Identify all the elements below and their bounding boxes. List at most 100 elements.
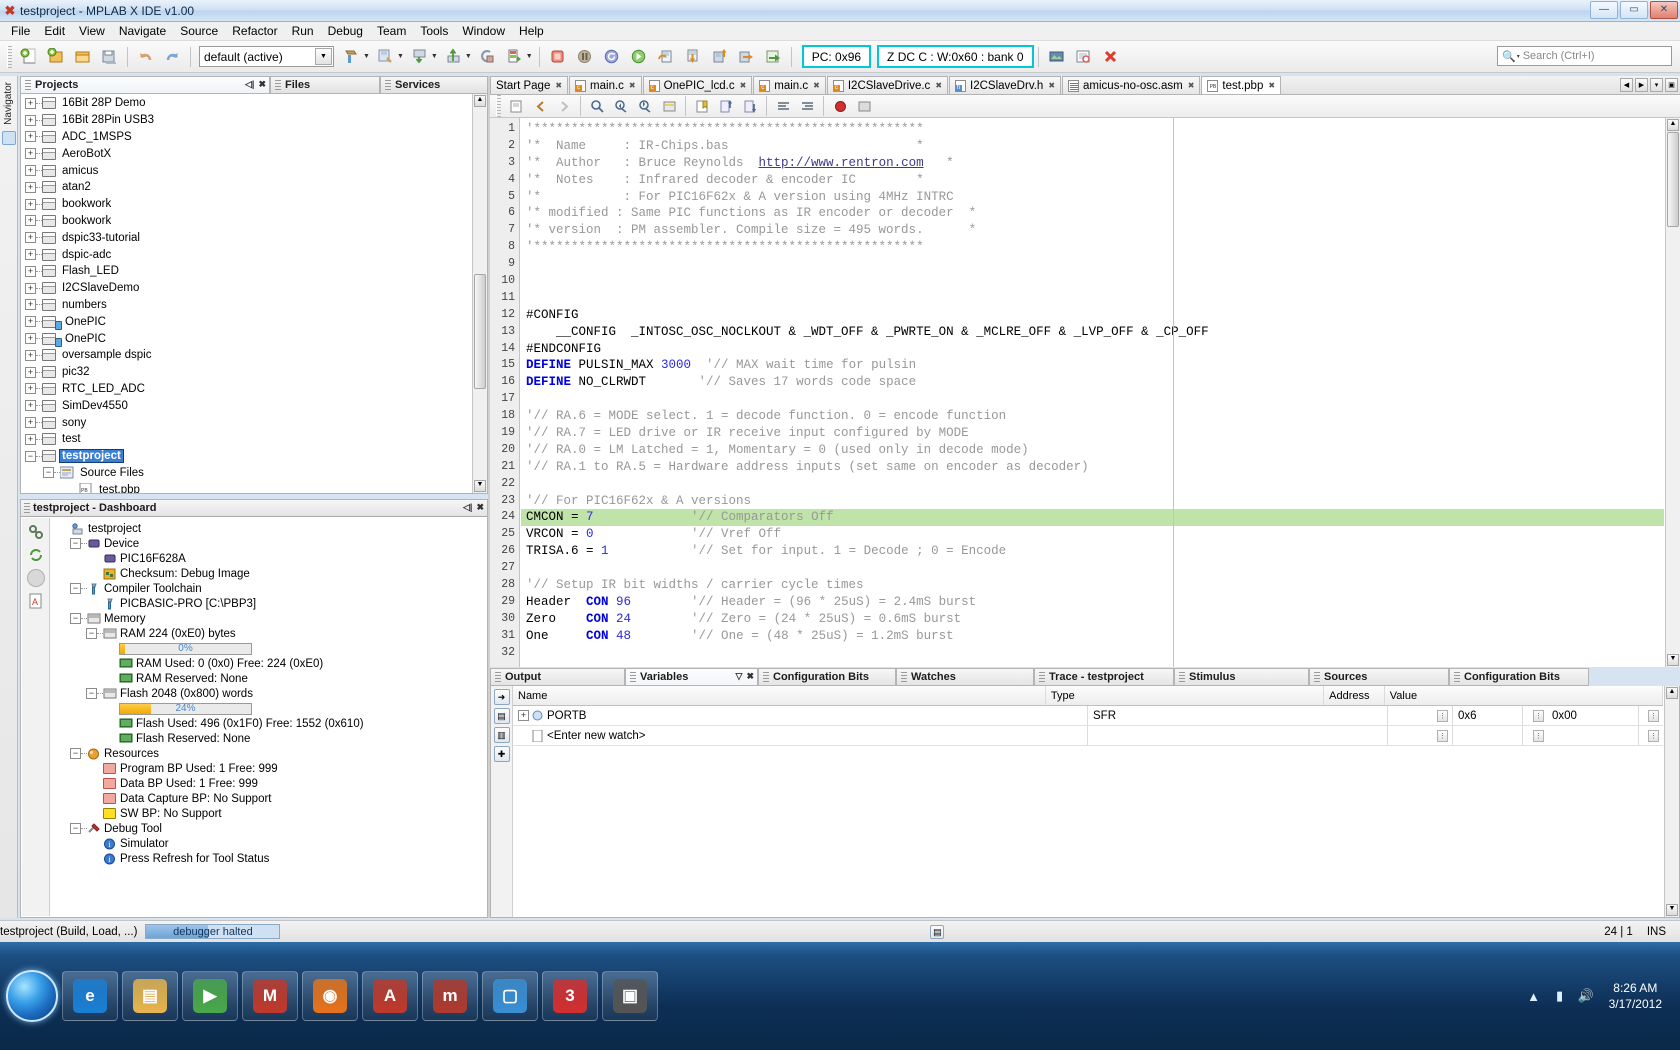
close-icon[interactable]: ✖ — [935, 81, 942, 90]
make-and-program-icon[interactable] — [407, 44, 432, 69]
tree-expander[interactable]: + — [25, 249, 36, 260]
code-line[interactable]: '* modified : Same PIC functions as IR e… — [521, 205, 1664, 222]
tree-expander[interactable]: + — [25, 98, 36, 109]
tree-expander[interactable]: − — [70, 613, 81, 624]
code-line[interactable]: '* version : PM assembler. Compile size … — [521, 222, 1664, 239]
project-tree-item[interactable]: +bookwork — [21, 213, 487, 230]
network-icon[interactable]: ▮ — [1551, 987, 1569, 1005]
menu-item-edit[interactable]: Edit — [37, 22, 72, 40]
project-tree-item[interactable]: +amicus — [21, 162, 487, 179]
datasheet-pdf-icon[interactable]: A — [27, 592, 45, 610]
project-tree-scrollbar[interactable]: ▲ ▼ — [472, 94, 487, 493]
close-icon[interactable]: ✖ — [746, 671, 754, 682]
editor-tab-i2cslavedrv-h[interactable]: I2CSlaveDrv.h✖ — [949, 76, 1061, 94]
taskbar-microchip-icon[interactable]: m — [422, 971, 478, 1021]
project-tree-item[interactable]: +AeroBotX — [21, 145, 487, 162]
build-project-icon[interactable] — [339, 44, 364, 69]
code-editor[interactable]: ⇨ 12345678910111213141516171819202122232… — [490, 118, 1680, 667]
scroll-down-icon[interactable]: ▼ — [474, 480, 486, 492]
open-project-icon[interactable] — [70, 44, 95, 69]
tree-expander[interactable]: + — [25, 434, 36, 445]
close-icon[interactable]: ✖ — [629, 81, 636, 90]
tree-expander[interactable]: + — [25, 148, 36, 159]
dashboard-tree-item[interactable]: 0% — [50, 641, 486, 656]
row-menu-glyph[interactable]: ⋮ — [1648, 730, 1659, 742]
bottom-tab-stimulus-5[interactable]: Stimulus — [1174, 668, 1309, 686]
tree-expander[interactable]: − — [86, 688, 97, 699]
bottom-tab-variables-1[interactable]: Variables▽✖ — [625, 668, 758, 686]
project-tree-item[interactable]: +ADC_1MSPS — [21, 129, 487, 146]
code-line[interactable]: Zero CON 24 '// Zero = (24 * 25uS) = 0.6… — [521, 611, 1664, 628]
dashboard-tree-item[interactable]: −Memory — [50, 611, 486, 626]
tree-expander[interactable]: − — [70, 823, 81, 834]
tree-expander[interactable]: + — [25, 283, 36, 294]
code-line[interactable]: __CONFIG _INTOSC_OSC_NOCLKOUT & _WDT_OFF… — [521, 324, 1664, 341]
program-dropdown-icon[interactable]: ▼ — [431, 53, 438, 60]
variable-value-spin[interactable]: ⋮ — [1523, 726, 1547, 745]
tree-expander[interactable]: + — [25, 115, 36, 126]
close-icon[interactable]: ✖ — [1188, 81, 1195, 90]
chevron-down-icon[interactable]: ▼ — [315, 48, 332, 65]
variables-scrollbar[interactable]: ▲ ▼ — [1664, 686, 1679, 917]
menu-item-refactor[interactable]: Refactor — [225, 22, 284, 40]
tree-expander[interactable]: + — [25, 131, 36, 142]
step-over-icon[interactable] — [653, 44, 678, 69]
search-dropdown-icon[interactable]: ▾ — [1517, 53, 1520, 60]
close-window-icon[interactable]: ✖ — [476, 502, 484, 513]
dashboard-tree-item[interactable]: −RAM 224 (0xE0) bytes — [50, 626, 486, 641]
dashboard-tree-item[interactable]: −Resources — [50, 746, 486, 761]
project-tree-item[interactable]: +SimDev4550 — [21, 397, 487, 414]
tree-expander[interactable]: + — [25, 199, 36, 210]
dashboard-tree-item[interactable]: iPress Refresh for Tool Status — [50, 851, 486, 866]
device-image-icon[interactable] — [27, 569, 45, 587]
new-watch-icon[interactable]: ➜ — [494, 689, 510, 705]
project-tree-item[interactable]: +RTC_LED_ADC — [21, 381, 487, 398]
variable-value-cell[interactable]: 0x00 — [1547, 706, 1639, 725]
project-tree-item[interactable]: PBtest.pbp — [21, 481, 487, 494]
code-line[interactable]: '// RA.1 to RA.5 = Hardware address inpu… — [521, 459, 1664, 476]
project-tree-item[interactable]: +dspic33-tutorial — [21, 229, 487, 246]
dashboard-tree-item[interactable]: −Device — [50, 536, 486, 551]
tree-expander[interactable]: + — [25, 350, 36, 361]
toggle-bookmark-icon[interactable] — [691, 96, 713, 116]
project-tree-item[interactable]: +pic32 — [21, 364, 487, 381]
list-tabs-icon[interactable]: ▾ — [1650, 78, 1663, 92]
editor-tab-main-c[interactable]: main.c✖ — [753, 76, 826, 94]
tree-expander[interactable]: + — [25, 165, 36, 176]
column-header-address[interactable]: Address — [1324, 686, 1385, 705]
tree-expander[interactable]: + — [25, 182, 36, 193]
row-menu-icon[interactable]: ⋮ — [1639, 706, 1663, 725]
code-line[interactable]: One CON 48 '// One = (48 * 25uS) = 1.2mS… — [521, 628, 1664, 645]
back-icon[interactable] — [529, 96, 551, 116]
tree-expander[interactable]: − — [25, 451, 36, 462]
project-tree-item[interactable]: +test — [21, 431, 487, 448]
code-line[interactable]: DEFINE NO_CLRWDT '// Saves 17 words code… — [521, 374, 1664, 391]
dashboard-tree-item[interactable]: iSimulator — [50, 836, 486, 851]
editor-tab-amicus-no-osc-asm[interactable]: amicus-no-osc.asm✖ — [1062, 76, 1200, 94]
editor-scroll-up-icon[interactable]: ▲ — [1667, 119, 1679, 131]
step-into-icon[interactable] — [680, 44, 705, 69]
stop-icon[interactable] — [1098, 44, 1123, 69]
close-icon[interactable]: ✖ — [740, 81, 747, 90]
status-notification-icon[interactable]: ▤ — [930, 925, 944, 939]
dashboard-tree-item[interactable]: Data BP Used: 1 Free: 999 — [50, 776, 486, 791]
scroll-up-icon[interactable]: ▲ — [474, 95, 486, 107]
value-stepper-icon[interactable]: ⋮ — [1533, 710, 1544, 722]
code-line[interactable]: '// RA.6 = MODE select. 1 = decode funct… — [521, 408, 1664, 425]
project-tree-item[interactable]: +sony — [21, 414, 487, 431]
bottom-tab-configuration-bits-7[interactable]: Configuration Bits — [1449, 668, 1589, 686]
variables-panel[interactable]: ➜ ▤ ▥ ✚ NameTypeAddressValue+PORTBSFR⋮0x… — [490, 686, 1680, 918]
close-icon[interactable]: ✖ — [555, 81, 562, 90]
toggle-comment-icon[interactable] — [853, 96, 875, 116]
menu-item-window[interactable]: Window — [455, 22, 512, 40]
bottom-tab-trace-testproject-4[interactable]: Trace - testproject — [1034, 668, 1174, 686]
new-project-icon[interactable] — [43, 44, 68, 69]
tree-expander[interactable]: + — [25, 417, 36, 428]
shift-right-icon[interactable] — [796, 96, 818, 116]
project-tree-item[interactable]: +dspic-adc — [21, 246, 487, 263]
close-icon[interactable]: ✖ — [813, 81, 820, 90]
next-bookmark-icon[interactable] — [739, 96, 761, 116]
filter-icon[interactable]: ▽ — [736, 671, 743, 682]
editor-scrollbar[interactable]: ▲ ▼ — [1665, 118, 1680, 667]
menu-item-debug[interactable]: Debug — [321, 22, 370, 40]
